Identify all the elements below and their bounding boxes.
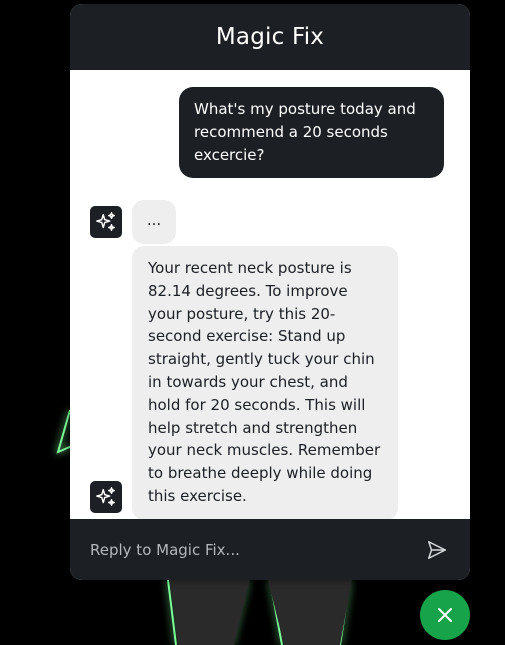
sparkles-icon (96, 487, 115, 506)
close-icon (438, 608, 452, 622)
sparkles-icon (96, 212, 115, 231)
chat-window: Magic Fix What's my posture today and re… (70, 4, 470, 580)
chat-header: Magic Fix (70, 4, 470, 70)
send-icon (428, 540, 446, 559)
message-composer (70, 519, 470, 580)
send-button[interactable] (424, 537, 450, 563)
bot-avatar (90, 481, 122, 513)
bot-avatar (90, 206, 122, 238)
chat-title: Magic Fix (215, 24, 325, 50)
typing-indicator: ... (132, 200, 176, 244)
chat-messages[interactable]: What's my posture today and recommend a … (70, 70, 470, 519)
bot-message: Your recent neck posture is 82.14 degree… (132, 246, 398, 519)
close-chat-button[interactable] (420, 590, 470, 640)
reply-input[interactable] (90, 540, 424, 559)
user-message: What's my posture today and recommend a … (179, 87, 444, 178)
